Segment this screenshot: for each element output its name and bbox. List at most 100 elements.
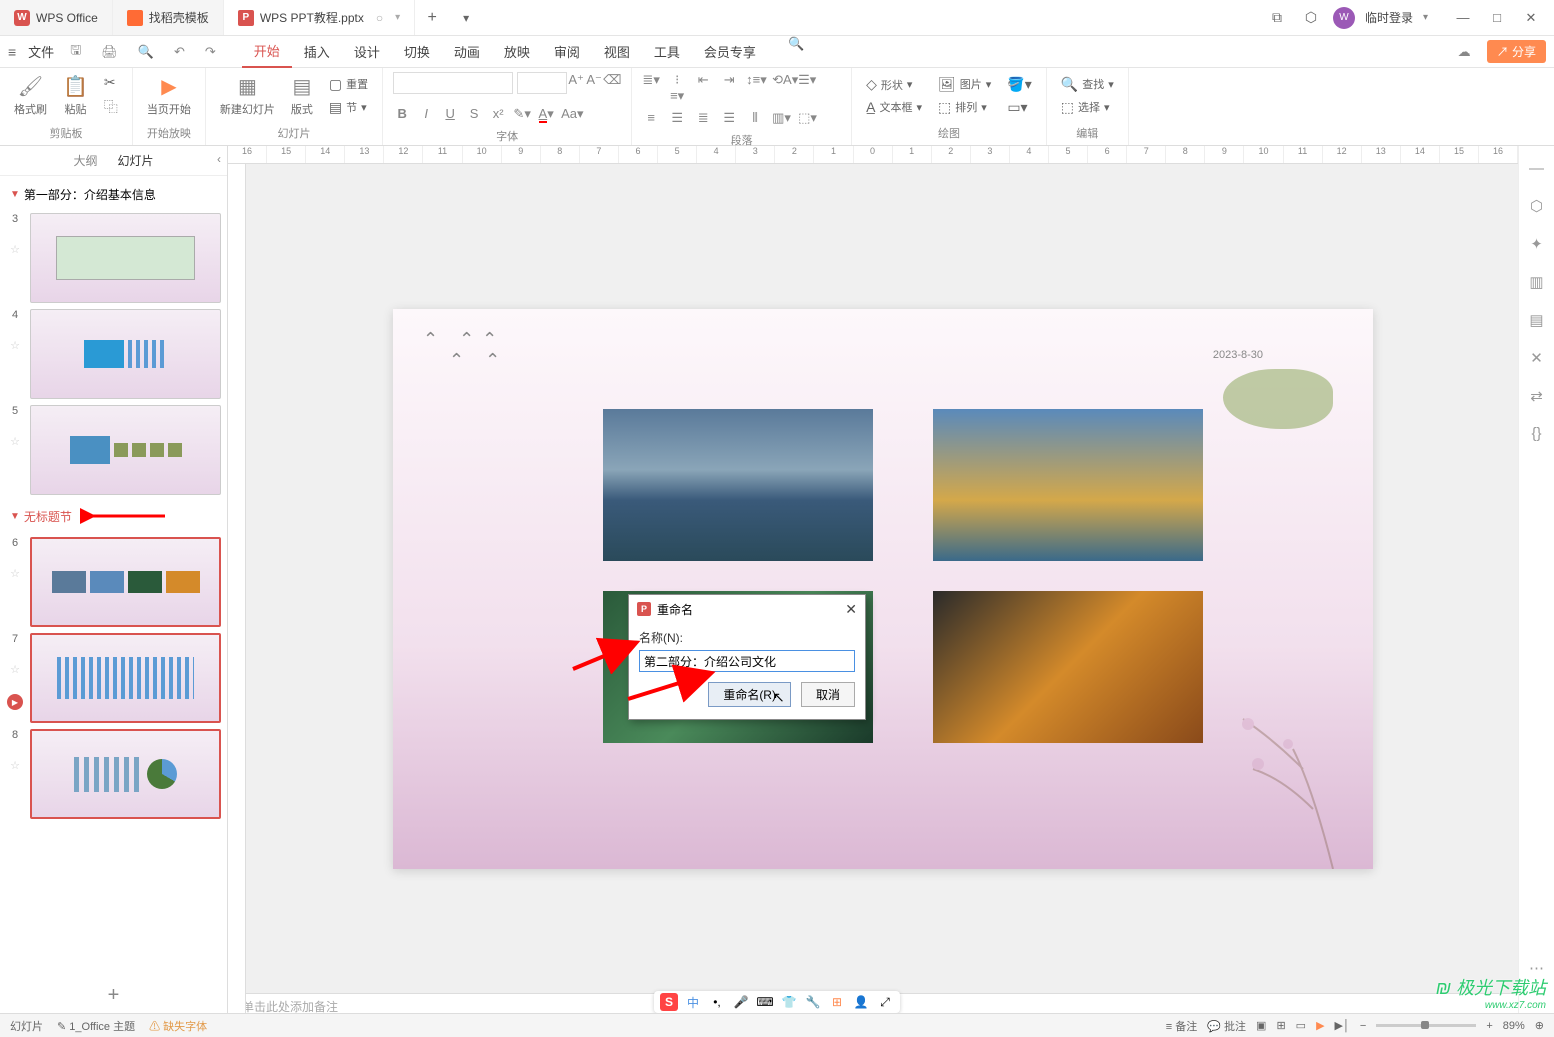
- slide-7-thumb[interactable]: [30, 633, 221, 723]
- minus-icon[interactable]: —: [1529, 160, 1544, 177]
- section-untitled-header[interactable]: ▼ 无标题节: [4, 501, 223, 531]
- preview-icon[interactable]: 🔍: [138, 44, 154, 60]
- slide-canvas[interactable]: ⌃ ⌃⌃ ⌃ ⌃ 2023-8-30: [393, 309, 1373, 869]
- tab-slideshow[interactable]: 放映: [492, 36, 542, 68]
- font-family-combo[interactable]: [393, 72, 513, 94]
- numbering-button[interactable]: ⁝≡▾: [668, 72, 686, 104]
- tab-document[interactable]: P WPS PPT教程.pptx ○ ▾: [224, 0, 415, 35]
- fill-button[interactable]: 🪣▾: [1003, 74, 1035, 95]
- tab-design[interactable]: 设计: [342, 36, 392, 68]
- indent-dec-button[interactable]: ⇤: [694, 72, 712, 104]
- login-dropdown-icon[interactable]: ▾: [1423, 12, 1428, 23]
- maximize-button[interactable]: □: [1482, 6, 1512, 30]
- ime-punct-icon[interactable]: •,: [708, 993, 726, 1011]
- cloud-icon[interactable]: ☁: [1458, 44, 1471, 60]
- status-theme[interactable]: ✎ 1_Office 主题: [57, 1018, 135, 1034]
- slide-4-thumb[interactable]: [30, 309, 221, 399]
- slide-4[interactable]: 4☆: [6, 309, 221, 399]
- new-slide-button[interactable]: ▦ 新建幻灯片: [216, 74, 279, 117]
- picture-button[interactable]: 🖼图片 ▾: [934, 74, 995, 95]
- select-button[interactable]: ⬚选择 ▾: [1057, 97, 1118, 118]
- font-shrink-icon[interactable]: A⁻: [585, 72, 603, 94]
- align-left-button[interactable]: ≡: [642, 110, 660, 126]
- add-slide-button[interactable]: +: [0, 974, 227, 1017]
- star-icon[interactable]: ☆: [10, 759, 20, 772]
- view-present-icon[interactable]: ▶│: [1335, 1019, 1350, 1032]
- star-icon[interactable]: ☆: [10, 567, 20, 580]
- align-text-button[interactable]: ☰▾: [798, 72, 816, 104]
- tools-icon[interactable]: ✕: [1530, 349, 1543, 367]
- slide-6[interactable]: 6☆: [6, 537, 221, 627]
- ime-keyboard-icon[interactable]: ⌨: [756, 993, 774, 1011]
- close-button[interactable]: ✕: [1516, 6, 1546, 30]
- tab-template[interactable]: 找稻壳模板: [113, 0, 224, 35]
- dialog-close-button[interactable]: ✕: [845, 601, 857, 618]
- save-icon[interactable]: 🖫: [70, 41, 81, 63]
- minimize-button[interactable]: —: [1448, 6, 1478, 30]
- layers-icon[interactable]: ▥: [1529, 273, 1543, 291]
- canvas-scroll[interactable]: ⌃ ⌃⌃ ⌃ ⌃ 2023-8-30 P 重命名 ✕: [228, 164, 1518, 993]
- status-notes-toggle[interactable]: ≡ 备注: [1166, 1018, 1197, 1034]
- slide-5-thumb[interactable]: [30, 405, 221, 495]
- bold-button[interactable]: B: [393, 106, 411, 122]
- italic-button[interactable]: I: [417, 106, 435, 122]
- cancel-button[interactable]: 取消: [801, 682, 855, 707]
- copy-button[interactable]: ⿻: [100, 95, 122, 119]
- strike-button[interactable]: S: [465, 106, 483, 122]
- view-sorter-icon[interactable]: ⊞: [1276, 1019, 1285, 1032]
- tab-list-button[interactable]: ▾: [449, 0, 483, 35]
- ime-mic-icon[interactable]: 🎤: [732, 993, 750, 1011]
- cube-icon[interactable]: ⬡: [1299, 6, 1323, 30]
- tab-transition[interactable]: 切换: [392, 36, 442, 68]
- indent-inc-button[interactable]: ⇥: [720, 72, 738, 104]
- superscript-button[interactable]: x²: [489, 106, 507, 122]
- ime-user-icon[interactable]: 👤: [852, 993, 870, 1011]
- dialog-titlebar[interactable]: P 重命名 ✕: [629, 595, 865, 623]
- print-icon[interactable]: 🖨: [101, 44, 118, 60]
- slide-3-thumb[interactable]: [30, 213, 221, 303]
- file-menu[interactable]: 文件: [28, 42, 54, 61]
- paste-button[interactable]: 📋 粘贴: [59, 74, 92, 117]
- search-icon[interactable]: 🔍: [788, 36, 804, 68]
- star-icon[interactable]: ☆: [10, 243, 20, 256]
- ime-tool-icon[interactable]: 🔧: [804, 993, 822, 1011]
- outline-button[interactable]: ▭▾: [1003, 97, 1035, 118]
- align-right-button[interactable]: ≣: [694, 110, 712, 126]
- line-spacing-button[interactable]: ↕≡▾: [746, 72, 764, 104]
- slide-7[interactable]: 7☆▶: [6, 633, 221, 723]
- tab-outline[interactable]: 大纲: [73, 152, 97, 169]
- zoom-out-button[interactable]: −: [1360, 1020, 1366, 1032]
- underline-button[interactable]: U: [441, 106, 459, 122]
- photo-lake[interactable]: [933, 409, 1203, 561]
- ime-cn-icon[interactable]: 中: [684, 993, 702, 1011]
- view-slideshow-icon[interactable]: ▶: [1316, 1019, 1324, 1032]
- slide-list[interactable]: ▼ 第一部分：介绍基本信息 3☆ 4☆ 5☆ ▼ 无标题节 6☆: [0, 176, 227, 974]
- reset-button[interactable]: ▢重置: [325, 74, 372, 95]
- rename-input[interactable]: [639, 650, 855, 672]
- status-missing-font[interactable]: ⚠ 缺失字体: [149, 1018, 207, 1034]
- tab-options-icon[interactable]: ▾: [395, 12, 400, 23]
- tab-slides[interactable]: 幻灯片: [118, 152, 154, 169]
- star-icon[interactable]: ☆: [10, 339, 20, 352]
- highlight-button[interactable]: ✎▾: [513, 106, 531, 122]
- find-button[interactable]: 🔍查找 ▾: [1057, 74, 1118, 95]
- tab-wps-home[interactable]: W WPS Office: [0, 0, 113, 35]
- text-direction-button[interactable]: ⟲A▾: [772, 72, 790, 104]
- design-icon[interactable]: ⬡: [1530, 197, 1543, 215]
- collapse-panel-icon[interactable]: ‹: [217, 152, 221, 166]
- tab-review[interactable]: 审阅: [542, 36, 592, 68]
- tab-view[interactable]: 视图: [592, 36, 642, 68]
- tab-animation[interactable]: 动画: [442, 36, 492, 68]
- spark-icon[interactable]: ✦: [1530, 235, 1543, 253]
- section-1-header[interactable]: ▼ 第一部分：介绍基本信息: [4, 182, 223, 207]
- slide-8[interactable]: 8☆: [6, 729, 221, 819]
- columns-button[interactable]: ▥▾: [772, 110, 790, 126]
- slide-6-thumb[interactable]: [30, 537, 221, 627]
- format-painter-button[interactable]: 🖌 格式刷: [10, 74, 51, 117]
- slide-3[interactable]: 3☆: [6, 213, 221, 303]
- align-justify-button[interactable]: ☰: [720, 110, 738, 126]
- sogou-icon[interactable]: S: [660, 993, 678, 1011]
- status-comment-toggle[interactable]: 💬 批注: [1207, 1018, 1246, 1034]
- code-icon[interactable]: {}: [1531, 425, 1541, 442]
- undo-icon[interactable]: ↶: [174, 44, 185, 60]
